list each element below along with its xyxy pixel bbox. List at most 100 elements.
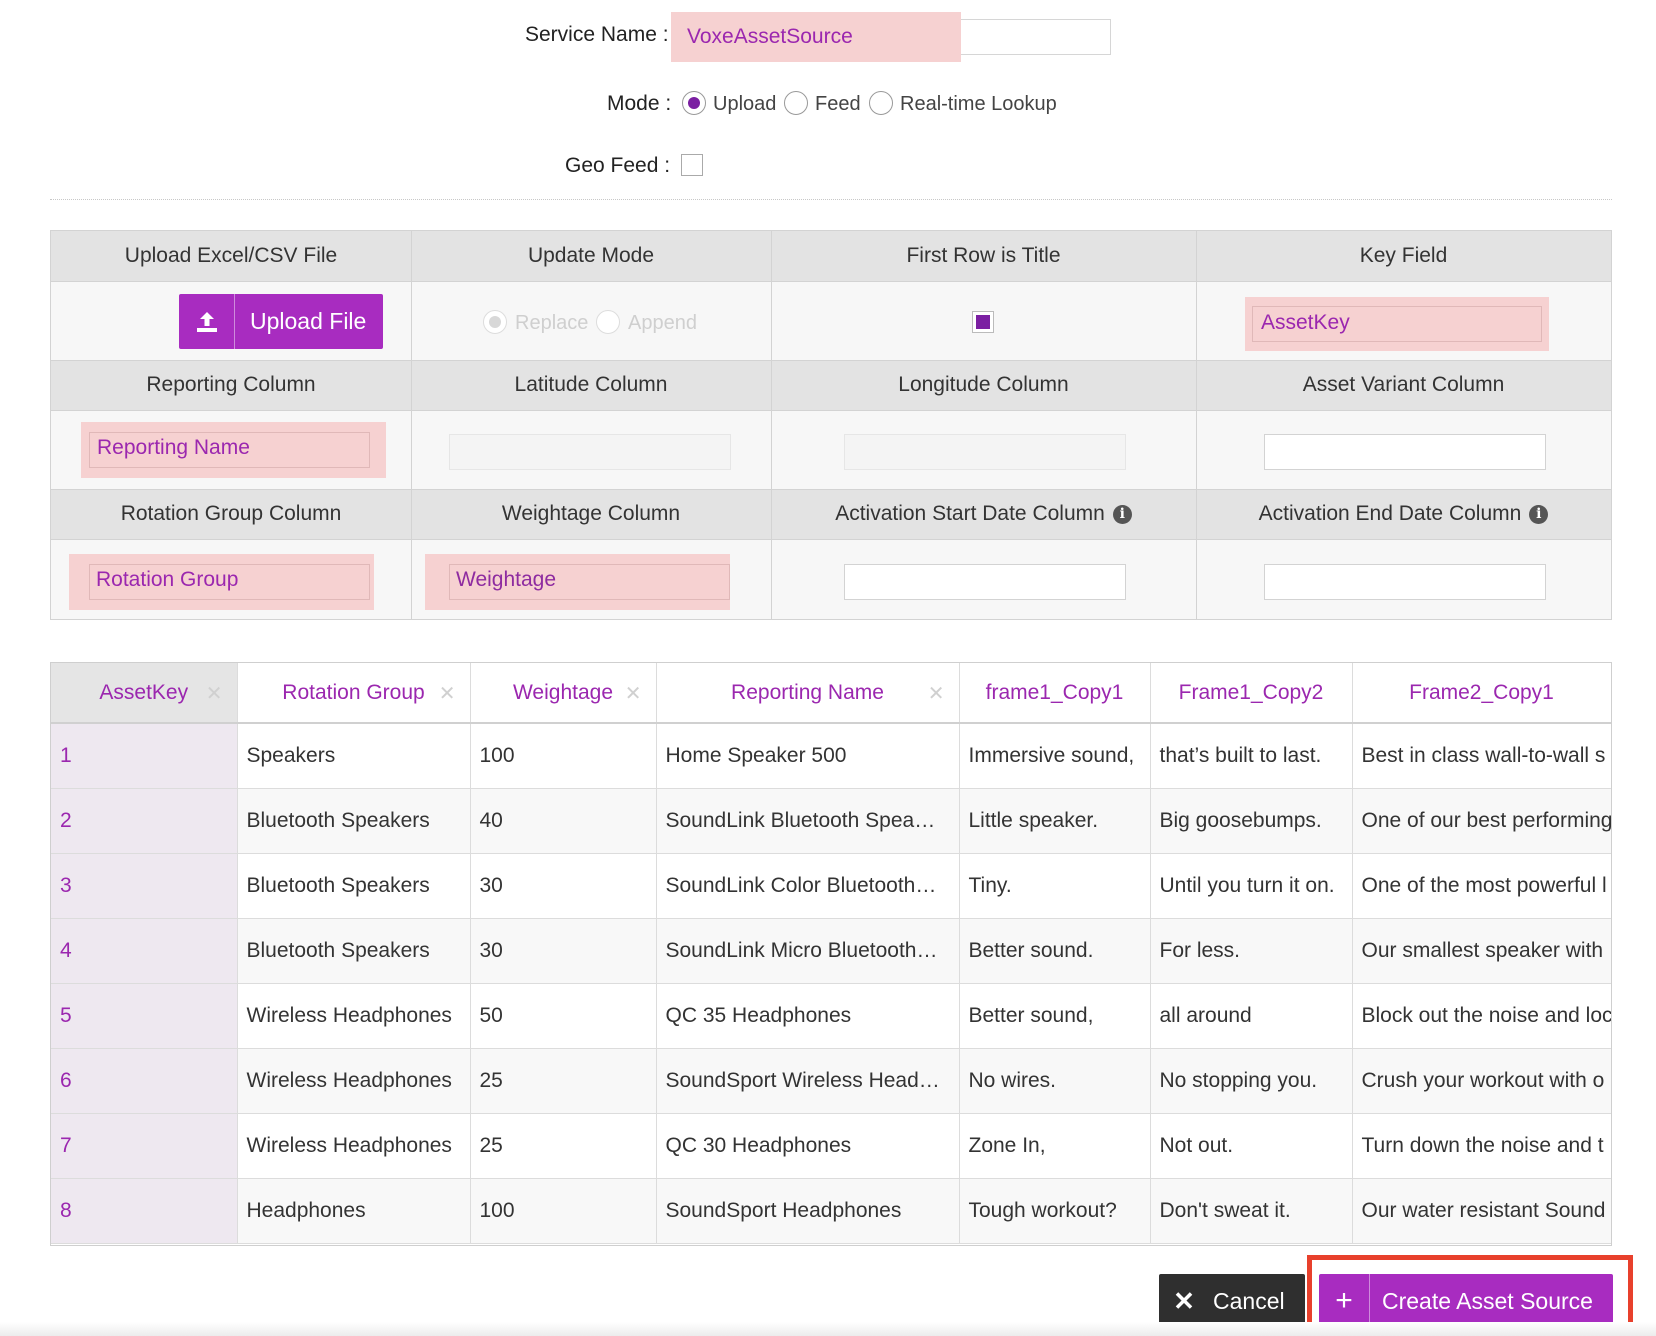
table-cell[interactable]: QC 30 Headphones xyxy=(656,1113,960,1179)
row-index-cell[interactable]: 1 xyxy=(51,723,238,789)
table-cell[interactable]: Best in class wall-to-wall s xyxy=(1352,723,1611,789)
table-cell[interactable]: One of our best performing xyxy=(1352,788,1611,854)
table-cell[interactable]: Home Speaker 500 xyxy=(656,723,960,789)
table-cell[interactable]: 100 xyxy=(470,723,657,789)
table-cell[interactable]: 40 xyxy=(470,788,657,854)
key-field-value: AssetKey xyxy=(1261,311,1350,334)
table-row[interactable]: 3 Bluetooth Speakers 30 SoundLink Color Blu… xyxy=(51,853,1611,919)
table-cell[interactable]: Wireless Headphones xyxy=(237,1048,471,1114)
table-cell[interactable]: Bluetooth Speakers xyxy=(237,788,471,854)
create-asset-source-button[interactable]: + Create Asset Source xyxy=(1319,1274,1613,1328)
table-cell[interactable]: SoundLink Micro Bluetooth… xyxy=(656,918,960,984)
mode-realtime-radio[interactable] xyxy=(869,91,893,115)
table-cell[interactable]: Crush your workout with o xyxy=(1352,1048,1611,1114)
geo-feed-checkbox[interactable] xyxy=(681,154,703,176)
mode-upload-label[interactable]: Upload xyxy=(713,93,776,116)
table-cell[interactable]: Little speaker. xyxy=(959,788,1151,854)
table-row[interactable]: 1 Speakers 100 Home Speaker 500 Immersive so… xyxy=(51,723,1611,789)
remove-column-icon[interactable]: ✕ xyxy=(625,681,642,706)
info-icon[interactable]: i xyxy=(1112,504,1132,524)
table-cell[interactable]: No wires. xyxy=(959,1048,1151,1114)
table-cell[interactable]: Block out the noise and loc xyxy=(1352,983,1611,1049)
service-name-value[interactable]: VoxeAssetSource xyxy=(671,12,961,62)
table-cell[interactable]: Our smallest speaker with xyxy=(1352,918,1611,984)
table-row[interactable]: 2 Bluetooth Speakers 40 SoundLink Bluetooth… xyxy=(51,788,1611,854)
cancel-button[interactable]: ✕ Cancel xyxy=(1159,1274,1305,1328)
table-cell[interactable]: One of the most powerful l xyxy=(1352,853,1611,919)
row-index-cell[interactable]: 7 xyxy=(51,1113,238,1179)
row-index-cell[interactable]: 8 xyxy=(51,1178,238,1244)
reporting-column-highlight[interactable]: Reporting Name xyxy=(81,422,386,478)
rotation-group-value: Rotation Group xyxy=(96,568,239,591)
table-cell[interactable]: For less. xyxy=(1150,918,1353,984)
table-cell[interactable]: Better sound. xyxy=(959,918,1151,984)
table-cell[interactable]: Wireless Headphones xyxy=(237,983,471,1049)
table-cell[interactable]: 30 xyxy=(470,918,657,984)
first-row-title-checkbox[interactable] xyxy=(972,311,994,333)
table-cell[interactable]: Bluetooth Speakers xyxy=(237,853,471,919)
table-cell[interactable]: 25 xyxy=(470,1048,657,1114)
asset-variant-column-input[interactable] xyxy=(1264,434,1546,470)
upload-file-button[interactable]: Upload File xyxy=(179,294,383,349)
table-cell[interactable]: Wireless Headphones xyxy=(237,1113,471,1179)
row-index-cell[interactable]: 5 xyxy=(51,983,238,1049)
mode-realtime-label[interactable]: Real-time Lookup xyxy=(900,93,1057,116)
table-row[interactable]: 6 Wireless Headphones 25 SoundSport Wireles… xyxy=(51,1048,1611,1114)
table-cell[interactable]: Tough workout? xyxy=(959,1178,1151,1244)
table-row[interactable]: 4 Bluetooth Speakers 30 SoundLink Micro Blu… xyxy=(51,918,1611,984)
row-index-cell[interactable]: 3 xyxy=(51,853,238,919)
row-index-cell[interactable]: 2 xyxy=(51,788,238,854)
table-cell[interactable]: Don't sweat it. xyxy=(1150,1178,1353,1244)
table-cell[interactable]: Immersive sound, xyxy=(959,723,1151,789)
table-cell[interactable]: Tiny. xyxy=(959,853,1151,919)
table-cell[interactable]: Not out. xyxy=(1150,1113,1353,1179)
table-row[interactable]: 8 Headphones 100 SoundSport Headphones Tough… xyxy=(51,1178,1611,1244)
geo-feed-label: Geo Feed : xyxy=(565,154,671,177)
table-cell[interactable]: 100 xyxy=(470,1178,657,1244)
remove-column-icon[interactable]: ✕ xyxy=(206,681,223,706)
remove-column-icon[interactable]: ✕ xyxy=(439,681,456,706)
column-header-frame2-copy1[interactable]: Frame2_Copy1 xyxy=(1352,663,1611,724)
activation-end-date-input[interactable] xyxy=(1264,564,1546,600)
table-cell[interactable]: Until you turn it on. xyxy=(1150,853,1353,919)
row-index-cell[interactable]: 6 xyxy=(51,1048,238,1114)
table-cell[interactable]: Our water resistant Sound xyxy=(1352,1178,1611,1244)
table-cell[interactable]: Better sound, xyxy=(959,983,1151,1049)
table-cell[interactable]: Big goosebumps. xyxy=(1150,788,1353,854)
column-header-frame1-copy2[interactable]: Frame1_Copy2 xyxy=(1150,663,1353,724)
table-cell[interactable]: 50 xyxy=(470,983,657,1049)
info-icon[interactable]: i xyxy=(1529,504,1549,524)
column-header-weightage[interactable]: Weightage ✕ xyxy=(470,663,657,724)
column-header-rotation-group[interactable]: Rotation Group ✕ xyxy=(237,663,471,724)
table-cell[interactable]: SoundLink Color Bluetooth… xyxy=(656,853,960,919)
row-index-cell[interactable]: 4 xyxy=(51,918,238,984)
table-cell[interactable]: Zone In, xyxy=(959,1113,1151,1179)
table-row[interactable]: 5 Wireless Headphones 50 QC 35 Headphones Be… xyxy=(51,983,1611,1049)
table-cell[interactable]: that’s built to last. xyxy=(1150,723,1353,789)
table-cell[interactable]: Headphones xyxy=(237,1178,471,1244)
table-cell[interactable]: Turn down the noise and t xyxy=(1352,1113,1611,1179)
mode-feed-radio[interactable] xyxy=(784,91,808,115)
activation-start-date-input[interactable] xyxy=(844,564,1126,600)
column-header-assetkey[interactable]: AssetKey ✕ xyxy=(51,663,238,724)
close-icon: ✕ xyxy=(1173,1285,1195,1316)
table-cell[interactable]: all around xyxy=(1150,983,1353,1049)
table-cell[interactable]: Bluetooth Speakers xyxy=(237,918,471,984)
key-field-highlight[interactable]: AssetKey xyxy=(1245,297,1549,351)
table-cell[interactable]: QC 35 Headphones xyxy=(656,983,960,1049)
table-cell[interactable]: Speakers xyxy=(237,723,471,789)
rotation-group-highlight[interactable]: Rotation Group xyxy=(69,554,374,610)
table-cell[interactable]: No stopping you. xyxy=(1150,1048,1353,1114)
table-cell[interactable]: 25 xyxy=(470,1113,657,1179)
mode-upload-radio[interactable] xyxy=(682,91,706,115)
table-cell[interactable]: SoundSport Headphones xyxy=(656,1178,960,1244)
table-cell[interactable]: SoundLink Bluetooth Spea… xyxy=(656,788,960,854)
weightage-highlight[interactable]: Weightage xyxy=(425,554,730,610)
table-cell[interactable]: 30 xyxy=(470,853,657,919)
table-row[interactable]: 7 Wireless Headphones 25 QC 30 Headphones Zo… xyxy=(51,1113,1611,1179)
column-header-reporting-name[interactable]: Reporting Name ✕ xyxy=(656,663,960,724)
mode-feed-label[interactable]: Feed xyxy=(815,93,861,116)
column-header-frame1-copy1[interactable]: frame1_Copy1 xyxy=(959,663,1151,724)
remove-column-icon[interactable]: ✕ xyxy=(928,681,945,706)
table-cell[interactable]: SoundSport Wireless Head… xyxy=(656,1048,960,1114)
